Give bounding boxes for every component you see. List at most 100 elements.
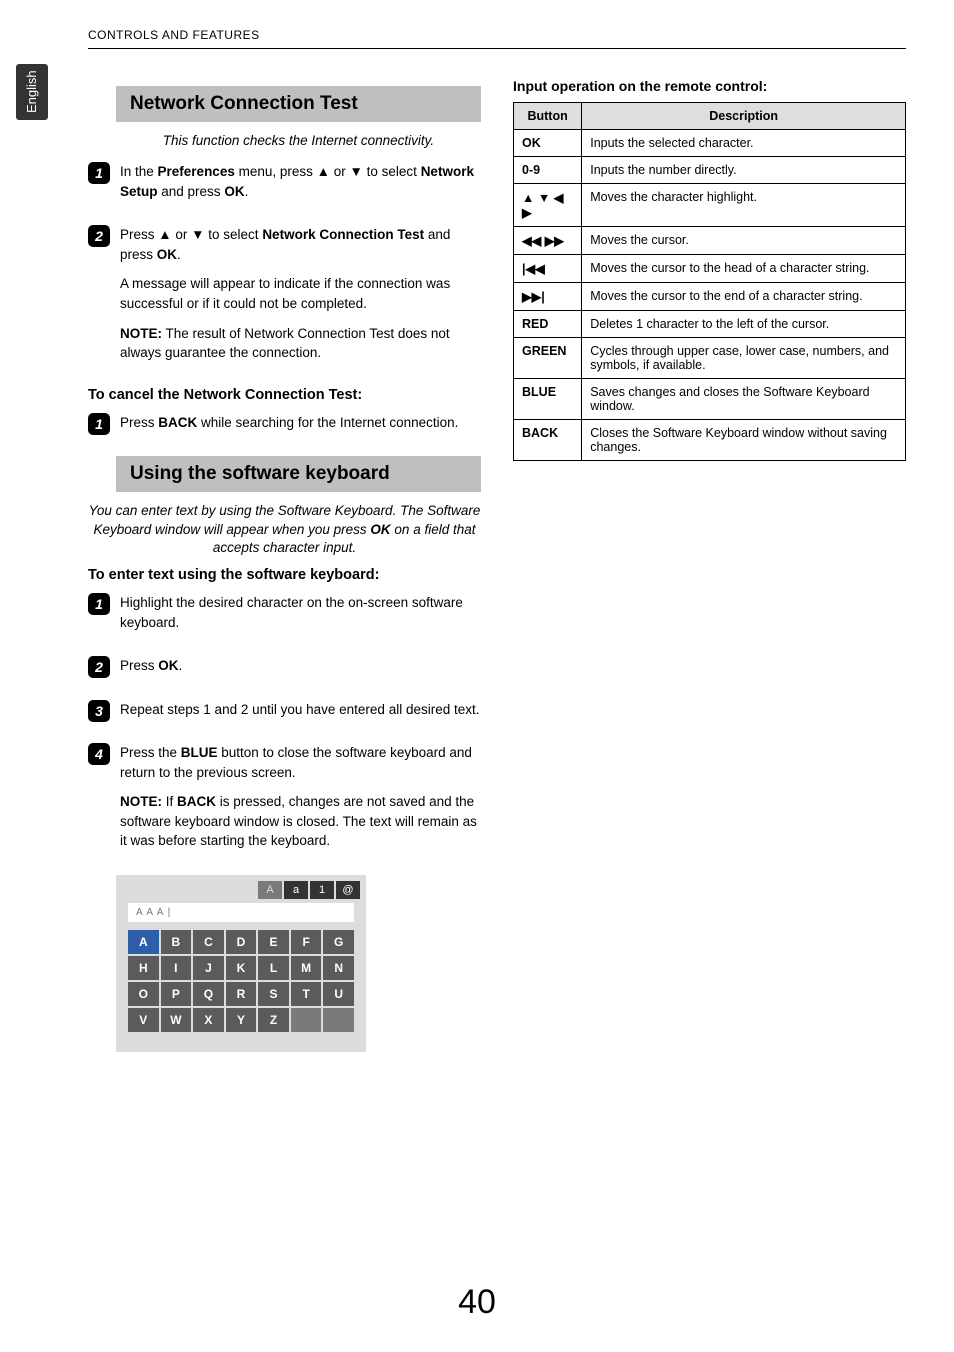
description-cell: Deletes 1 character to the left of the c… [582,311,906,338]
soft-step-2: 2 Press OK. [88,656,481,686]
kb-key [291,1008,322,1032]
down-arrow-icon: ▼ [191,227,204,242]
enter-text-subhead: To enter text using the software keyboar… [88,567,481,583]
table-row: ◀◀ ▶▶Moves the cursor. [514,227,906,255]
button-cell: ▲ ▼ ◀ ▶ [514,184,582,227]
kb-text-field: A A A | [128,903,354,922]
table-row: OKInputs the selected character. [514,130,906,157]
button-cell: |◀◀ [514,255,582,283]
kb-key: Q [193,982,224,1006]
kb-key: W [161,1008,192,1032]
header-rule [88,48,906,49]
description-cell: Inputs the selected character. [582,130,906,157]
description-cell: Saves changes and closes the Software Ke… [582,379,906,420]
software-keyboard-figure: A a 1 @ A A A | ABCDEFGHIJKLMNOPQRSTUVWX… [116,875,366,1052]
step-body: Press OK. [120,656,481,686]
step-number-icon: 1 [88,593,110,615]
kb-key: C [193,930,224,954]
network-intro: This function checks the Internet connec… [116,132,481,150]
kb-key: L [258,956,289,980]
up-arrow-icon: ▲ [317,164,330,179]
table-header-description: Description [582,103,906,130]
kb-key: R [226,982,257,1006]
kb-key: U [323,982,354,1006]
kb-key: J [193,956,224,980]
step-body: In the Preferences menu, press ▲ or ▼ to… [120,162,481,211]
description-cell: Moves the character highlight. [582,184,906,227]
button-cell: GREEN [514,338,582,379]
remote-subhead: Input operation on the remote control: [513,78,906,94]
down-arrow-icon: ▼ [350,164,363,179]
kb-key: V [128,1008,159,1032]
button-cell: BACK [514,420,582,461]
kb-key: Y [226,1008,257,1032]
keyboard-intro: You can enter text by using the Software… [88,502,481,557]
step-body: Repeat steps 1 and 2 until you have ente… [120,700,481,730]
kb-key: G [323,930,354,954]
kb-key: F [291,930,322,954]
table-row: 0-9Inputs the number directly. [514,157,906,184]
kb-key: O [128,982,159,1006]
kb-mode-num: 1 [310,881,334,899]
section-title-keyboard: Using the software keyboard [116,456,481,492]
network-step-2: 2 Press ▲ or ▼ to select Network Connect… [88,225,481,372]
kb-key: D [226,930,257,954]
kb-key-grid: ABCDEFG HIJKLMN OPQRSTU VWXYZ [128,930,354,1032]
description-cell: Moves the cursor. [582,227,906,255]
kb-key: A [128,930,159,954]
button-cell: ◀◀ ▶▶ [514,227,582,255]
kb-key: S [258,982,289,1006]
kb-key: P [161,982,192,1006]
kb-key: M [291,956,322,980]
right-column: Input operation on the remote control: B… [513,78,906,1052]
page-number: 40 [0,1283,954,1322]
button-cell: RED [514,311,582,338]
description-cell: Moves the cursor to the head of a charac… [582,255,906,283]
step-body: Press ▲ or ▼ to select Network Connectio… [120,225,481,372]
kb-key: X [193,1008,224,1032]
kb-key: Z [258,1008,289,1032]
cancel-step-1: 1 Press BACK while searching for the Int… [88,413,481,443]
step-number-icon: 2 [88,656,110,678]
cancel-subhead: To cancel the Network Connection Test: [88,387,481,403]
language-tab: English [16,64,48,120]
network-step-1: 1 In the Preferences menu, press ▲ or ▼ … [88,162,481,211]
table-row: BLUESaves changes and closes the Softwar… [514,379,906,420]
kb-key [323,1008,354,1032]
button-cell: OK [514,130,582,157]
table-row: REDDeletes 1 character to the left of th… [514,311,906,338]
table-row: ▲ ▼ ◀ ▶Moves the character highlight. [514,184,906,227]
kb-key: H [128,956,159,980]
step-number-icon: 3 [88,700,110,722]
kb-key: K [226,956,257,980]
kb-key: B [161,930,192,954]
step-body: Press BACK while searching for the Inter… [120,413,481,443]
section-title-network: Network Connection Test [116,86,481,122]
kb-key: E [258,930,289,954]
kb-mode-lower: a [284,881,308,899]
button-cell: BLUE [514,379,582,420]
table-row: ▶▶|Moves the cursor to the end of a char… [514,283,906,311]
soft-step-4: 4 Press the BLUE button to close the sof… [88,743,481,861]
step-number-icon: 1 [88,413,110,435]
table-row: |◀◀Moves the cursor to the head of a cha… [514,255,906,283]
kb-mode-upper: A [258,881,282,899]
description-cell: Moves the cursor to the end of a charact… [582,283,906,311]
step-number-icon: 2 [88,225,110,247]
button-cell: 0-9 [514,157,582,184]
page-header: CONTROLS AND FEATURES [88,28,260,42]
step-number-icon: 1 [88,162,110,184]
kb-key: T [291,982,322,1006]
step-number-icon: 4 [88,743,110,765]
description-cell: Cycles through upper case, lower case, n… [582,338,906,379]
soft-step-1: 1 Highlight the desired character on the… [88,593,481,642]
up-arrow-icon: ▲ [158,227,171,242]
table-header-button: Button [514,103,582,130]
remote-control-table: Button Description OKInputs the selected… [513,102,906,461]
kb-mode-sym: @ [336,881,360,899]
step-body: Press the BLUE button to close the softw… [120,743,481,861]
kb-key: N [323,956,354,980]
kb-key: I [161,956,192,980]
table-row: GREENCycles through upper case, lower ca… [514,338,906,379]
button-cell: ▶▶| [514,283,582,311]
